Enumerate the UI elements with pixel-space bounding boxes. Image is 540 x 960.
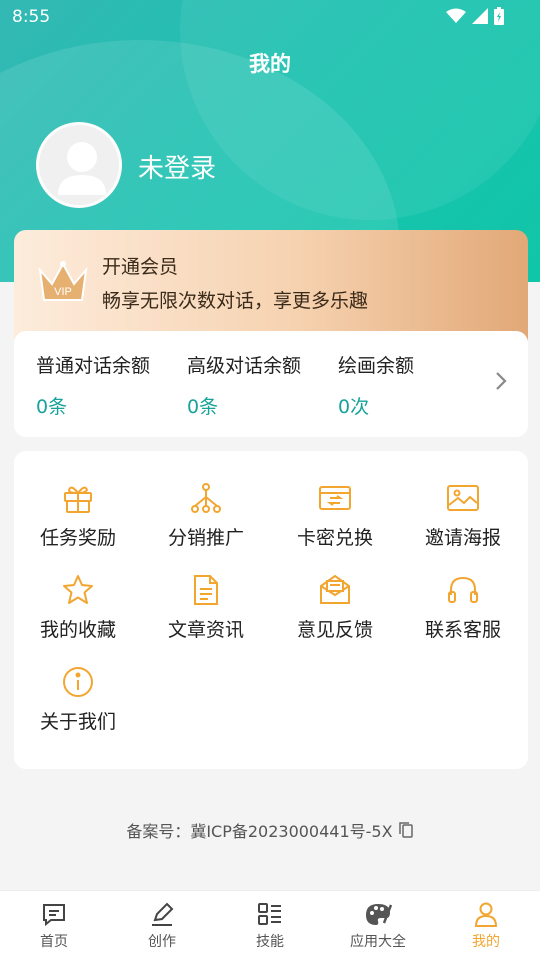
tab-skills[interactable]: 技能: [216, 901, 324, 951]
quota-advanced: 高级对话余额 0条: [187, 351, 301, 419]
quota-label: 普通对话余额: [36, 355, 151, 377]
menu-feedback[interactable]: 意见反馈: [271, 573, 399, 659]
username[interactable]: 未登录: [138, 148, 216, 185]
quota-card[interactable]: 普通对话余额 0条 高级对话余额 0条 绘画余额 0次: [14, 331, 528, 437]
menu-card-exchange[interactable]: 卡密兑换: [271, 481, 399, 567]
avatar[interactable]: [36, 122, 122, 208]
vip-crown-icon: VIP: [38, 261, 88, 301]
quota-normal: 普通对话余额 0条: [36, 351, 150, 419]
quota-value: 0条: [36, 396, 68, 418]
function-grid: 任务奖励 分销推广 卡密兑换 邀请海报 我的收藏 文章资讯 意见反馈 联系客服 …: [14, 451, 528, 769]
wifi-icon: [446, 8, 466, 23]
star-icon: [63, 575, 93, 604]
card-exchange-icon: [319, 486, 351, 510]
vip-subtitle: 畅享无限次数对话，享更多乐趣: [102, 290, 369, 312]
person-icon: [474, 902, 498, 927]
menu-customer-service[interactable]: 联系客服: [399, 573, 527, 659]
copy-icon[interactable]: [398, 821, 414, 839]
quota-value: 0条: [187, 396, 219, 418]
menu-label: 关于我们: [39, 711, 116, 733]
menu-label: 邀请海报: [424, 527, 501, 549]
menu-label: 联系客服: [424, 619, 501, 641]
quota-drawing: 绘画余额 0次: [338, 351, 414, 419]
info-icon: [63, 667, 93, 697]
chat-icon: [43, 904, 65, 927]
menu-distribution[interactable]: 分销推广: [142, 481, 270, 567]
document-icon: [194, 575, 218, 605]
image-icon: [447, 485, 479, 511]
network-icon: [191, 483, 221, 513]
menu-label: 我的收藏: [39, 619, 116, 641]
vip-title: 开通会员: [102, 256, 179, 278]
menu-articles[interactable]: 文章资讯: [142, 573, 270, 659]
tab-label: 应用大全: [350, 934, 406, 950]
quota-label: 高级对话余额: [187, 355, 302, 377]
mail-icon: [320, 574, 350, 604]
menu-label: 意见反馈: [296, 619, 373, 641]
bottom-tab-bar: 首页 创作 技能 应用大全 我的: [0, 890, 540, 960]
tab-label: 首页: [40, 934, 68, 950]
page-title: 我的: [249, 52, 291, 76]
pencil-icon: [152, 902, 174, 926]
menu-label: 文章资讯: [167, 619, 244, 641]
signal-icon: [472, 8, 488, 24]
quota-label: 绘画余额: [338, 355, 415, 377]
menu-about-us[interactable]: 关于我们: [14, 665, 142, 751]
svg-text:VIP: VIP: [54, 286, 72, 298]
menu-invite-poster[interactable]: 邀请海报: [399, 481, 527, 567]
status-time: 8:55: [12, 7, 51, 27]
tab-label: 我的: [472, 934, 500, 950]
tab-app-store[interactable]: 应用大全: [324, 901, 432, 951]
menu-label: 任务奖励: [39, 527, 116, 549]
status-bar: 8:55: [0, 0, 540, 34]
icp-record: 备案号：冀ICP备2023000441号-5X: [0, 818, 540, 842]
icp-text: 备案号：冀ICP备2023000441号-5X: [126, 822, 393, 841]
headset-icon: [448, 576, 478, 603]
tab-label: 创作: [148, 934, 176, 950]
chevron-right-icon[interactable]: [494, 369, 508, 393]
palette-icon: [366, 904, 392, 925]
quota-value: 0次: [338, 396, 370, 418]
menu-label: 分销推广: [167, 527, 244, 549]
gift-icon: [64, 486, 92, 513]
menu-label: 卡密兑换: [296, 527, 373, 549]
skills-icon: [258, 903, 281, 925]
menu-favorites[interactable]: 我的收藏: [14, 573, 142, 659]
tab-home[interactable]: 首页: [0, 901, 108, 951]
tab-mine[interactable]: 我的: [432, 901, 540, 951]
tab-create[interactable]: 创作: [108, 901, 216, 951]
menu-task-reward[interactable]: 任务奖励: [14, 481, 142, 567]
tab-label: 技能: [256, 934, 284, 950]
battery-icon: [494, 7, 504, 25]
